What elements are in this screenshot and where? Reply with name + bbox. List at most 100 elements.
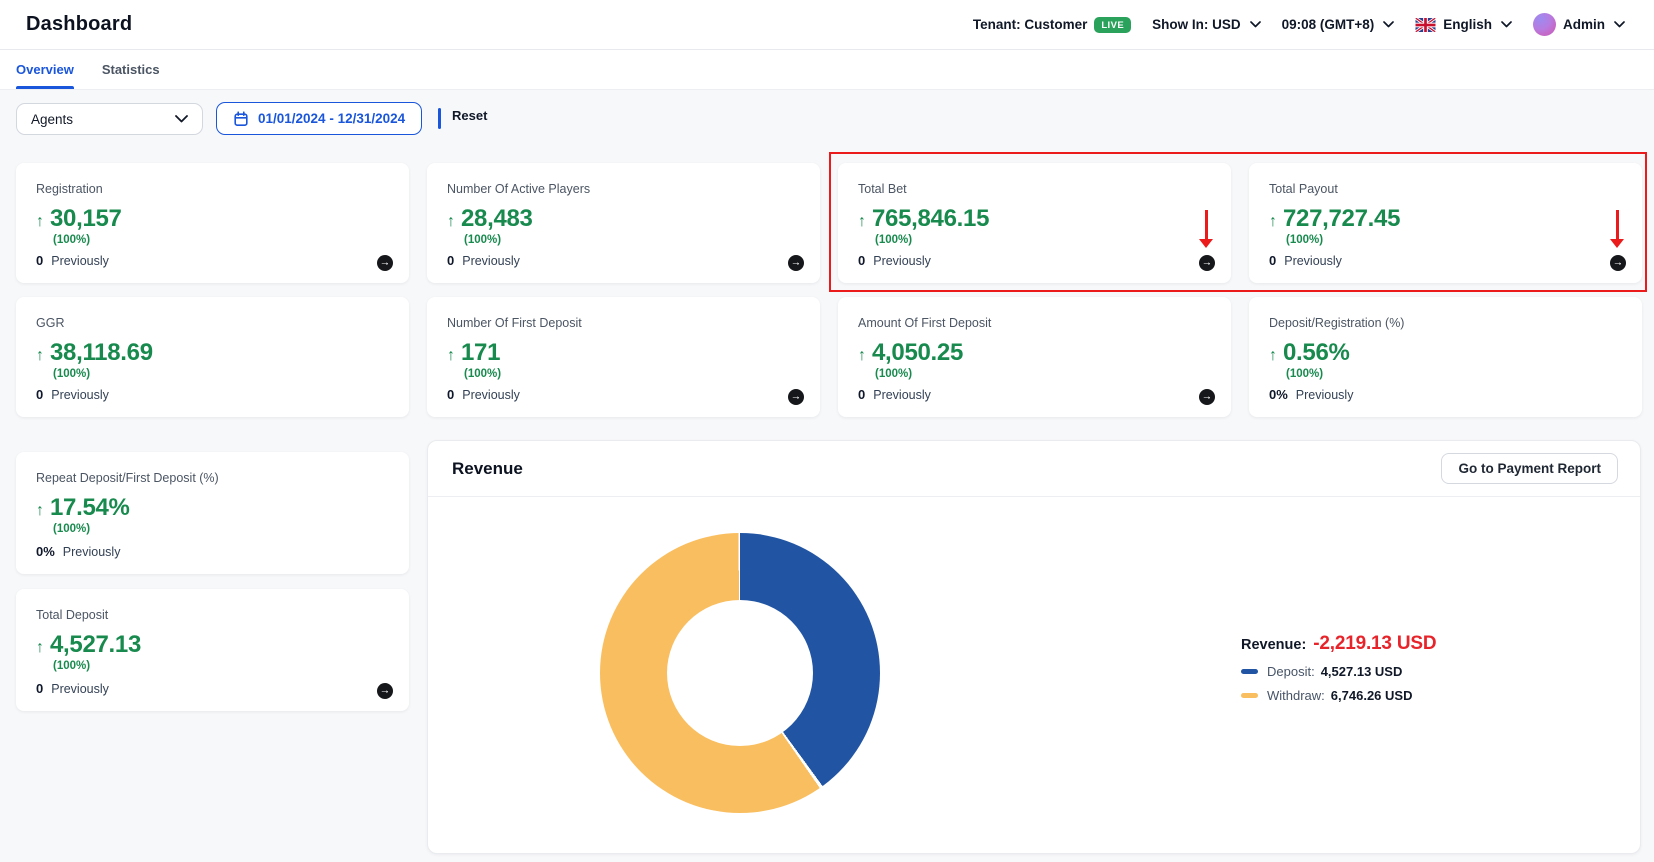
user-label: Admin (1563, 17, 1605, 32)
card-title: Deposit/Registration (%) (1269, 316, 1622, 330)
user-menu[interactable]: Admin (1533, 13, 1625, 36)
time-label: 09:08 (GMT+8) (1282, 17, 1375, 32)
card-title: Number Of First Deposit (447, 316, 800, 330)
arrow-right-icon: → (380, 685, 391, 696)
arrow-right-icon: → (791, 257, 802, 268)
up-trend-icon: ↑ (36, 502, 44, 520)
deposit-swatch-icon (1241, 669, 1258, 674)
previous-value: 0 (858, 253, 865, 268)
reset-button[interactable]: Reset (452, 108, 487, 123)
previous-value: 0 (36, 253, 43, 268)
timezone-dropdown[interactable]: 09:08 (GMT+8) (1282, 17, 1395, 32)
legend-value: 4,527.13 USD (1321, 664, 1403, 679)
filter-divider (438, 108, 441, 129)
previous-value: 0 (447, 387, 454, 402)
arrow-right-circle-button[interactable]: → (377, 683, 393, 699)
card-percent: (100%) (53, 368, 389, 380)
tenant-label: Tenant: Customer (973, 17, 1088, 32)
previous-label: Previously (51, 682, 109, 696)
arrow-right-circle-button[interactable]: → (788, 255, 804, 271)
withdraw-swatch-icon (1241, 693, 1258, 698)
card-percent: (100%) (464, 368, 800, 380)
currency-label: Show In: USD (1152, 17, 1241, 32)
card-value: 171 (461, 339, 500, 367)
arrow-right-icon: → (1202, 257, 1213, 268)
previous-label: Previously (63, 545, 121, 559)
previous-value: 0 (1269, 253, 1276, 268)
previous-value: 0 (36, 387, 43, 402)
donut-hole (667, 600, 813, 746)
previous-label: Previously (1284, 254, 1342, 268)
arrow-right-circle-button[interactable]: → (1610, 255, 1626, 271)
language-dropdown[interactable]: English (1415, 17, 1512, 32)
card-value: 4,527.13 (50, 631, 141, 659)
agents-select-label: Agents (31, 112, 73, 127)
up-trend-icon: ↑ (447, 347, 455, 365)
stat-card-deposit-registration: Deposit/Registration (%) ↑0.56% (100%) 0… (1249, 297, 1642, 417)
revenue-total-line: Revenue: -2,219.13 USD (1241, 633, 1436, 655)
previous-label: Previously (462, 388, 520, 402)
tab-statistics[interactable]: Statistics (102, 50, 160, 89)
previous-value: 0 (858, 387, 865, 402)
page-title: Dashboard (26, 13, 132, 36)
go-to-payment-report-button[interactable]: Go to Payment Report (1441, 453, 1618, 484)
previous-label: Previously (51, 388, 109, 402)
card-value: 727,727.45 (1283, 205, 1400, 233)
up-trend-icon: ↑ (1269, 213, 1277, 231)
chevron-down-icon (1250, 21, 1261, 28)
card-title: Amount Of First Deposit (858, 316, 1211, 330)
stat-card-active-players: Number Of Active Players ↑28,483 (100%) … (427, 163, 820, 283)
arrow-right-icon: → (1202, 391, 1213, 402)
revenue-total-value: -2,219.13 USD (1313, 633, 1436, 655)
card-value: 28,483 (461, 205, 533, 233)
card-percent: (100%) (1286, 234, 1622, 246)
chevron-down-icon (1501, 21, 1512, 28)
card-value: 30,157 (50, 205, 122, 233)
currency-dropdown[interactable]: Show In: USD (1152, 17, 1261, 32)
chevron-down-icon (1614, 21, 1625, 28)
tenant-indicator: Tenant: Customer LIVE (973, 17, 1131, 33)
previous-value: 0 (447, 253, 454, 268)
previous-value: 0 (36, 681, 43, 696)
up-trend-icon: ↑ (1269, 347, 1277, 365)
card-value: 4,050.25 (872, 339, 963, 367)
arrow-right-circle-button[interactable]: → (1199, 389, 1215, 405)
card-title: Total Deposit (36, 608, 389, 622)
revenue-legend: Revenue: -2,219.13 USD Deposit: 4,527.13… (1241, 633, 1436, 703)
calendar-icon (233, 111, 249, 127)
previous-label: Previously (462, 254, 520, 268)
previous-value: 0% (1269, 387, 1288, 402)
stat-card-registration: Registration ↑30,157 (100%) 0Previously … (16, 163, 409, 283)
card-title: GGR (36, 316, 389, 330)
dashboard-page: Dashboard Tenant: Customer LIVE Show In:… (0, 0, 1654, 862)
dashboard-content: Agents 01/01/2024 - 12/31/2024 Reset Reg… (0, 90, 1654, 861)
previous-label: Previously (51, 254, 109, 268)
stat-card-amount-first-deposit: Amount Of First Deposit ↑4,050.25 (100%)… (838, 297, 1231, 417)
agents-select[interactable]: Agents (16, 103, 203, 135)
revenue-donut-chart (600, 533, 880, 813)
arrow-right-circle-button[interactable]: → (1199, 255, 1215, 271)
legend-label: Deposit: (1267, 664, 1315, 679)
chevron-down-icon (175, 115, 188, 123)
date-range-picker[interactable]: 01/01/2024 - 12/31/2024 (216, 102, 422, 135)
live-badge: LIVE (1094, 17, 1131, 33)
legend-value: 6,746.26 USD (1331, 688, 1413, 703)
arrow-right-circle-button[interactable]: → (788, 389, 804, 405)
card-percent: (100%) (53, 234, 389, 246)
avatar (1533, 13, 1556, 36)
revenue-title: Revenue (452, 459, 523, 479)
stat-card-total-bet: Total Bet ↑765,846.15 (100%) 0Previously… (838, 163, 1231, 283)
previous-label: Previously (1296, 388, 1354, 402)
stat-card-repeat-deposit: Repeat Deposit/First Deposit (%) ↑17.54%… (16, 452, 409, 574)
card-value: 38,118.69 (50, 339, 153, 367)
tab-overview[interactable]: Overview (16, 50, 74, 89)
card-percent: (100%) (464, 234, 800, 246)
arrow-right-circle-button[interactable]: → (377, 255, 393, 271)
card-percent: (100%) (53, 660, 389, 672)
stat-card-ggr: GGR ↑38,118.69 (100%) 0Previously (16, 297, 409, 417)
revenue-panel: Revenue Go to Payment Report Revenue: -2… (427, 440, 1641, 854)
card-value: 0.56% (1283, 339, 1350, 367)
arrow-right-icon: → (791, 391, 802, 402)
card-percent: (100%) (875, 368, 1211, 380)
top-bar: Dashboard Tenant: Customer LIVE Show In:… (0, 0, 1654, 50)
